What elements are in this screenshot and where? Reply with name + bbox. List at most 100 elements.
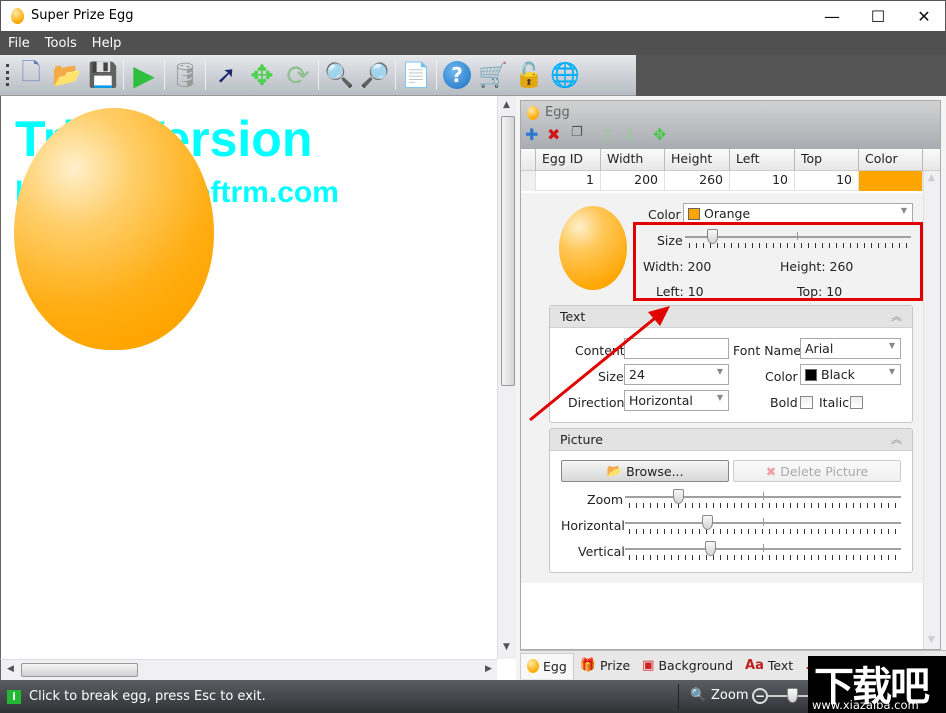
slider-thumb[interactable] bbox=[672, 489, 684, 504]
select-button[interactable]: ➚ bbox=[208, 57, 244, 93]
browse-button[interactable]: 📂 Browse... bbox=[561, 460, 729, 482]
tab-text-label: Text bbox=[767, 658, 794, 673]
save-button[interactable]: 💾 bbox=[85, 57, 121, 93]
color-swatch bbox=[688, 207, 700, 220]
report-button[interactable]: 📄 bbox=[398, 57, 434, 93]
scroll-down-arrow[interactable]: ▼ bbox=[503, 642, 510, 652]
content-input[interactable] bbox=[624, 338, 729, 359]
zoom-in-button[interactable]: 🔍 bbox=[321, 57, 357, 93]
play-button[interactable]: ▶ bbox=[126, 57, 162, 93]
tab-prize[interactable]: 🎁 Prize bbox=[574, 653, 636, 679]
tab-egg[interactable]: Egg bbox=[520, 652, 574, 679]
help-button[interactable]: ? bbox=[439, 57, 475, 93]
text-group-header[interactable]: Text ︽ bbox=[550, 306, 912, 328]
text-color-select[interactable]: Black ▼ bbox=[800, 364, 901, 385]
collapse-chevron-icon[interactable]: ︽ bbox=[891, 431, 902, 447]
dropdown-arrow-icon: ▼ bbox=[716, 393, 723, 402]
database-button[interactable]: 🛢 bbox=[167, 57, 203, 93]
reset-button[interactable]: ⟳ bbox=[280, 57, 316, 93]
maximize-button[interactable]: ☐ bbox=[855, 1, 901, 32]
picture-group-header[interactable]: Picture ︽ bbox=[550, 429, 912, 451]
menu-tools[interactable]: Tools bbox=[45, 36, 77, 51]
tab-background[interactable]: ▣ Background bbox=[636, 653, 739, 679]
delete-picture-label: Delete Picture bbox=[780, 463, 869, 479]
text-group-title: Text bbox=[560, 309, 586, 324]
text-icon: Aa bbox=[745, 658, 764, 673]
zoom-slider-thumb[interactable] bbox=[787, 688, 798, 703]
cell-top[interactable]: 10 bbox=[795, 171, 859, 191]
font-name-label: Font Name bbox=[733, 343, 802, 358]
slider-thumb[interactable] bbox=[704, 541, 716, 556]
text-size-label: Size bbox=[598, 369, 624, 384]
picture-vertical-slider[interactable] bbox=[625, 541, 901, 561]
column-top[interactable]: Top bbox=[795, 149, 859, 171]
zoom-magnifier-icon: 🔍 bbox=[690, 688, 707, 703]
column-color[interactable]: Color bbox=[859, 149, 923, 171]
column-egg-id[interactable]: Egg ID bbox=[536, 149, 601, 171]
menu-help[interactable]: Help bbox=[92, 36, 122, 51]
picture-horizontal-slider[interactable] bbox=[625, 515, 901, 535]
move-up-button[interactable]: ⇧ bbox=[601, 125, 614, 144]
egg-shape[interactable] bbox=[14, 108, 214, 350]
slider-thumb[interactable] bbox=[701, 515, 713, 530]
open-button[interactable]: 📂 bbox=[49, 57, 85, 93]
buy-button[interactable]: 🛒 bbox=[475, 57, 511, 93]
zoom-out-button[interactable]: − bbox=[752, 688, 768, 704]
slider-center-tick bbox=[763, 544, 764, 552]
font-name-select[interactable]: Arial ▼ bbox=[800, 338, 901, 359]
cell-egg-id[interactable]: 1 bbox=[536, 171, 601, 191]
grid-vertical-scrollbar[interactable]: ▲ ▼ bbox=[923, 171, 940, 649]
maximize-icon: ☐ bbox=[870, 7, 886, 26]
canvas-horizontal-scrollbar[interactable]: ◀ ▶ bbox=[0, 659, 497, 680]
scroll-left-arrow[interactable]: ◀ bbox=[7, 664, 14, 674]
slider-center-tick bbox=[763, 492, 764, 500]
cell-color[interactable] bbox=[859, 171, 923, 191]
add-egg-button[interactable]: ✚ bbox=[525, 125, 538, 144]
menu-bar: File Tools Help bbox=[0, 31, 946, 55]
bold-checkbox[interactable] bbox=[800, 396, 813, 409]
cell-width[interactable]: 200 bbox=[601, 171, 665, 191]
egg-color-select[interactable]: Orange ▼ bbox=[683, 203, 913, 224]
move-down-button[interactable]: ⇩ bbox=[623, 125, 636, 144]
egg-icon bbox=[527, 659, 539, 673]
scroll-right-arrow[interactable]: ▶ bbox=[485, 664, 492, 674]
move-egg-button[interactable]: ✥ bbox=[653, 125, 666, 144]
delete-picture-button[interactable]: ✖ Delete Picture bbox=[733, 460, 901, 482]
new-button[interactable]: 🗋 bbox=[13, 57, 49, 93]
scroll-up-arrow[interactable]: ▲ bbox=[503, 100, 510, 110]
toolbar-grip[interactable] bbox=[6, 64, 9, 86]
register-button[interactable]: 🔓 bbox=[511, 57, 547, 93]
dropdown-arrow-icon: ▼ bbox=[716, 367, 723, 376]
copy-egg-button[interactable]: ❐ bbox=[571, 125, 583, 140]
vertical-scroll-thumb[interactable] bbox=[501, 116, 515, 386]
collapse-chevron-icon[interactable]: ︽ bbox=[891, 308, 902, 324]
cell-height[interactable]: 260 bbox=[665, 171, 730, 191]
menu-file[interactable]: File bbox=[8, 36, 30, 51]
tab-text[interactable]: Aa Text bbox=[739, 653, 799, 679]
cell-left[interactable]: 10 bbox=[730, 171, 795, 191]
font-name-value: Arial bbox=[805, 341, 834, 356]
table-row[interactable]: 1 200 260 10 10 bbox=[521, 171, 940, 191]
minimize-button[interactable]: — bbox=[809, 1, 855, 32]
delete-egg-button[interactable]: ✖ bbox=[547, 125, 560, 144]
move-button[interactable]: ✥ bbox=[244, 57, 280, 93]
egg-canvas[interactable]: Trial Version http://www.softrm.com bbox=[0, 96, 497, 659]
grid-scroll-up-arrow[interactable]: ▲ bbox=[928, 173, 935, 183]
website-button[interactable]: 🌐 bbox=[547, 57, 583, 93]
text-size-select[interactable]: 24 ▼ bbox=[624, 364, 729, 385]
column-left[interactable]: Left bbox=[730, 149, 795, 171]
egg-panel: Egg ✚ ✖ ❐ ⇧ ⇩ ✥ Egg ID Width Height Left… bbox=[520, 100, 941, 650]
italic-checkbox[interactable] bbox=[850, 396, 863, 409]
column-height[interactable]: Height bbox=[665, 149, 730, 171]
column-width[interactable]: Width bbox=[601, 149, 665, 171]
close-button[interactable]: ✕ bbox=[901, 1, 946, 32]
horizontal-scroll-thumb[interactable] bbox=[21, 663, 138, 677]
picture-zoom-slider[interactable] bbox=[625, 489, 901, 509]
canvas-vertical-scrollbar[interactable]: ▲ ▼ bbox=[497, 96, 516, 659]
direction-select[interactable]: Horizontal ▼ bbox=[624, 390, 729, 411]
zoom-out-button[interactable]: 🔎 bbox=[357, 57, 393, 93]
italic-label: Italic bbox=[819, 395, 850, 410]
zoom-label: Zoom bbox=[587, 492, 624, 507]
row-selector[interactable] bbox=[521, 171, 536, 191]
grid-scroll-down-arrow[interactable]: ▼ bbox=[928, 635, 935, 645]
